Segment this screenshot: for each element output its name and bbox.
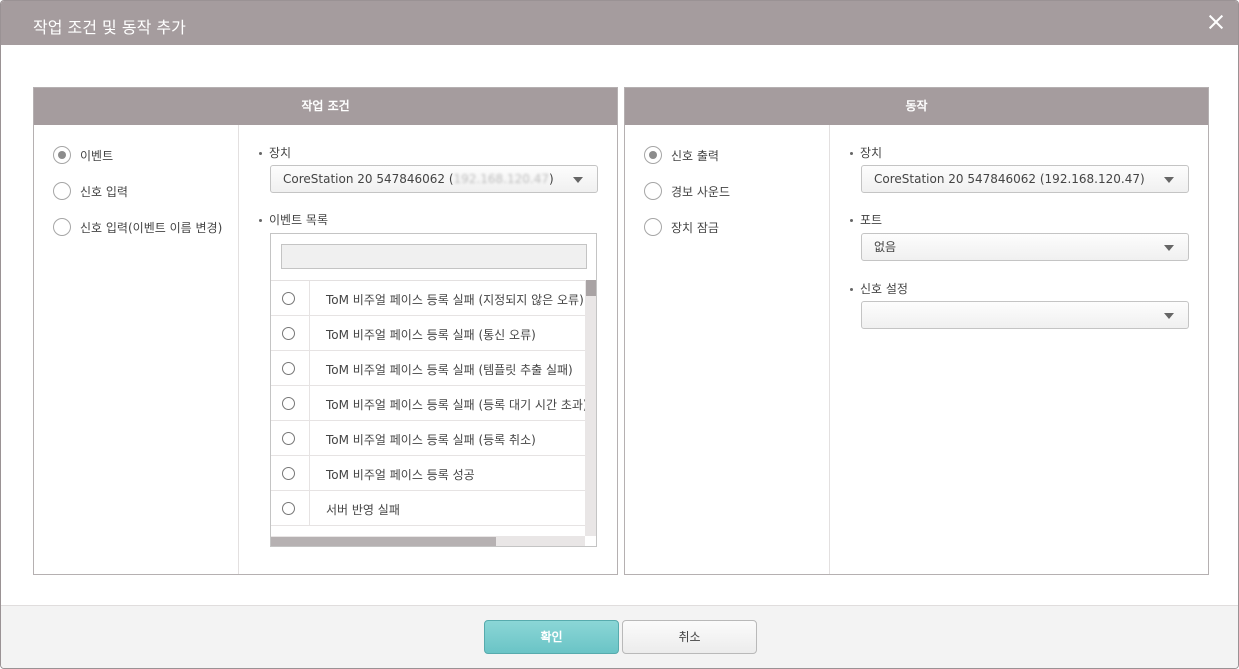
action-type-label: 장치 잠금 bbox=[671, 220, 719, 235]
list-item[interactable]: ToM 비주얼 페이스 등록 실패 (통신 오류) bbox=[271, 316, 585, 351]
radio-icon[interactable] bbox=[53, 218, 71, 236]
radio-icon[interactable] bbox=[282, 467, 295, 480]
close-icon[interactable] bbox=[1206, 12, 1226, 32]
signal-setting-select[interactable] bbox=[861, 301, 1189, 329]
event-list: ToM 비주얼 페이스 등록 실패 (지정되지 않은 오류) ToM 비주얼 페… bbox=[271, 280, 585, 536]
condition-panel: 작업 조건 이벤트 신호 입력 신호 입력(이벤트 이름 변경) 장치 Core… bbox=[33, 87, 618, 575]
action-device-label: 장치 bbox=[850, 144, 882, 161]
radio-icon[interactable] bbox=[282, 397, 295, 410]
condition-type-event[interactable]: 이벤트 bbox=[53, 145, 113, 165]
dropdown-arrow-icon bbox=[1164, 313, 1174, 319]
action-device-select[interactable]: CoreStation 20 547846062 (192.168.120.47… bbox=[861, 165, 1189, 193]
radio-icon[interactable] bbox=[282, 432, 295, 445]
dialog-title: 작업 조건 및 동작 추가 bbox=[33, 18, 186, 37]
confirm-button[interactable]: 확인 bbox=[484, 620, 619, 654]
list-item[interactable]: ToM 비주얼 페이스 등록 실패 (등록 대기 시간 초과) bbox=[271, 386, 585, 421]
radio-icon[interactable] bbox=[282, 327, 295, 340]
horizontal-scrollbar[interactable] bbox=[271, 536, 585, 546]
action-type-alarm-sound[interactable]: 경보 사운드 bbox=[644, 181, 730, 201]
dialog-footer: 확인 취소 bbox=[1, 605, 1238, 668]
list-item[interactable]: ToM 비주얼 페이스 등록 실패 (지정되지 않은 오류) bbox=[271, 281, 585, 316]
list-item[interactable]: ToM 비주얼 페이스 등록 실패 (등록 취소) bbox=[271, 421, 585, 456]
event-search-input[interactable] bbox=[281, 244, 587, 269]
condition-type-label: 신호 입력(이벤트 이름 변경) bbox=[80, 220, 223, 235]
dialog-titlebar: 작업 조건 및 동작 추가 bbox=[1, 1, 1238, 45]
radio-icon[interactable] bbox=[53, 146, 71, 164]
cancel-button[interactable]: 취소 bbox=[622, 620, 757, 654]
action-type-label: 경보 사운드 bbox=[671, 184, 731, 199]
port-select[interactable]: 없음 bbox=[861, 233, 1189, 261]
scrollbar-thumb[interactable] bbox=[271, 537, 496, 546]
condition-type-signal-input[interactable]: 신호 입력 bbox=[53, 181, 128, 201]
condition-panel-header: 작업 조건 bbox=[34, 88, 617, 125]
condition-type-signal-input-rename[interactable]: 신호 입력(이벤트 이름 변경) bbox=[53, 217, 222, 237]
list-item[interactable]: 서버 반영 실패 bbox=[271, 491, 585, 526]
condition-detail-column: 장치 CoreStation 20 547846062 (192.168.120… bbox=[239, 125, 617, 574]
radio-icon[interactable] bbox=[644, 182, 662, 200]
action-detail-column: 장치 CoreStation 20 547846062 (192.168.120… bbox=[830, 125, 1208, 574]
dropdown-arrow-icon bbox=[1164, 245, 1174, 251]
condition-type-label: 신호 입력 bbox=[80, 184, 128, 199]
dropdown-arrow-icon bbox=[1164, 177, 1174, 183]
event-list-box: ToM 비주얼 페이스 등록 실패 (지정되지 않은 오류) ToM 비주얼 페… bbox=[270, 233, 597, 547]
radio-icon[interactable] bbox=[53, 182, 71, 200]
action-panel-header: 동작 bbox=[625, 88, 1208, 125]
action-type-signal-output[interactable]: 신호 출력 bbox=[644, 145, 719, 165]
list-item[interactable]: ToM 비주얼 페이스 등록 실패 (템플릿 추출 실패) bbox=[271, 351, 585, 386]
signal-setting-label: 신호 설정 bbox=[850, 280, 908, 297]
condition-device-select[interactable]: CoreStation 20 547846062 (192.168.120.47… bbox=[270, 165, 598, 193]
condition-type-label: 이벤트 bbox=[80, 148, 114, 163]
event-list-label: 이벤트 목록 bbox=[259, 211, 328, 228]
radio-icon[interactable] bbox=[282, 292, 295, 305]
action-panel: 동작 신호 출력 경보 사운드 장치 잠금 장치 CoreStation 20 … bbox=[624, 87, 1209, 575]
condition-type-column: 이벤트 신호 입력 신호 입력(이벤트 이름 변경) bbox=[34, 125, 239, 574]
radio-icon[interactable] bbox=[644, 218, 662, 236]
radio-icon[interactable] bbox=[644, 146, 662, 164]
port-label: 포트 bbox=[850, 211, 882, 228]
condition-device-label: 장치 bbox=[259, 144, 291, 161]
radio-icon[interactable] bbox=[282, 502, 295, 515]
action-type-label: 신호 출력 bbox=[671, 148, 719, 163]
dropdown-arrow-icon bbox=[573, 177, 583, 183]
action-type-device-lock[interactable]: 장치 잠금 bbox=[644, 217, 719, 237]
vertical-scrollbar[interactable] bbox=[585, 280, 596, 536]
dialog: 작업 조건 및 동작 추가 작업 조건 이벤트 신호 입력 신호 입력(이벤트 … bbox=[0, 0, 1239, 669]
scrollbar-thumb[interactable] bbox=[586, 280, 596, 296]
radio-icon[interactable] bbox=[282, 362, 295, 375]
action-type-column: 신호 출력 경보 사운드 장치 잠금 bbox=[625, 125, 830, 574]
list-item[interactable]: ToM 비주얼 페이스 등록 성공 bbox=[271, 456, 585, 491]
